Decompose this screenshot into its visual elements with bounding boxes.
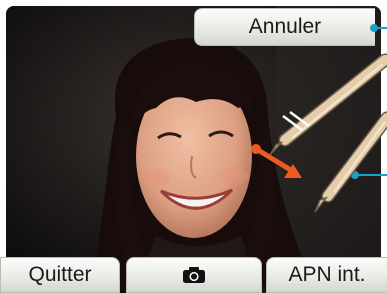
- internal-camera-button[interactable]: APN int.: [266, 257, 387, 293]
- internal-camera-label: APN int.: [288, 263, 366, 286]
- camera-icon: [183, 267, 205, 283]
- cancel-button[interactable]: Annuler: [194, 8, 375, 46]
- camera-viewfinder[interactable]: [6, 6, 381, 293]
- camera-preview-photo: [6, 6, 381, 293]
- quit-button[interactable]: Quitter: [0, 257, 120, 293]
- shutter-button[interactable]: [126, 257, 262, 293]
- quit-label: Quitter: [28, 263, 92, 286]
- cancel-label: Annuler: [248, 15, 322, 38]
